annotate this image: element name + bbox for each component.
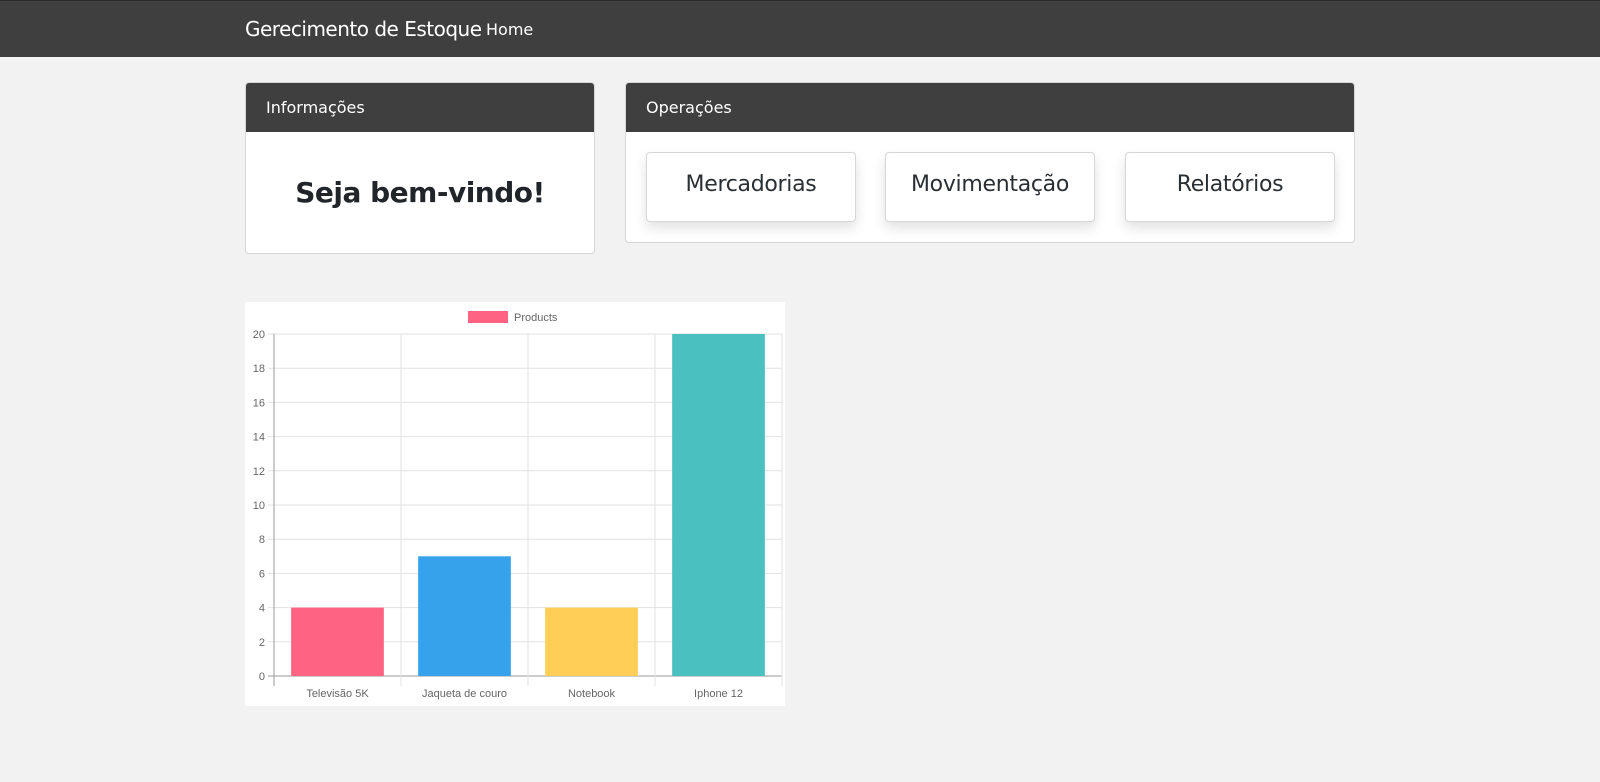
operations-card: Operações Mercadorias Movimentação Relat… <box>625 82 1355 243</box>
bar <box>545 607 638 676</box>
legend-swatch <box>468 311 508 323</box>
y-tick-label: 8 <box>259 534 265 546</box>
y-tick-label: 6 <box>259 568 265 580</box>
info-card-header: Informações <box>246 83 594 132</box>
brand-link[interactable]: Gerecimento de Estoque <box>245 17 482 41</box>
bar <box>418 556 511 676</box>
welcome-message: Seja bem-vindo! <box>295 176 545 209</box>
bar <box>672 334 765 676</box>
bar-chart: 0 2 4 6 8 10 12 14 16 18 20 Televisão 5K Jaqueta de … <box>253 311 783 700</box>
y-tick-label: 18 <box>253 363 265 375</box>
operations-card-header: Operações <box>626 83 1354 132</box>
mercadorias-button[interactable]: Mercadorias <box>646 152 856 222</box>
navbar: Gerecimento de Estoque Home <box>0 0 1600 57</box>
products-chart: 0 2 4 6 8 10 12 14 16 18 20 Televisão 5K Jaqueta de … <box>245 302 785 706</box>
y-tick-label: 12 <box>253 466 265 478</box>
y-tick-label: 0 <box>259 671 265 683</box>
nav-home-link[interactable]: Home <box>486 20 533 39</box>
y-tick-label: 20 <box>253 329 265 341</box>
bar <box>291 607 384 676</box>
movimentacao-button[interactable]: Movimentação <box>885 152 1095 222</box>
y-tick-label: 16 <box>253 397 265 409</box>
y-tick-label: 14 <box>253 432 265 444</box>
x-tick-label: Televisão 5K <box>306 688 369 700</box>
relatorios-button[interactable]: Relatórios <box>1125 152 1335 222</box>
y-tick-label: 4 <box>259 603 265 615</box>
y-tick-label: 2 <box>259 637 265 649</box>
legend-label: Products <box>514 312 558 324</box>
info-card: Informações Seja bem-vindo! <box>245 82 595 254</box>
x-tick-label: Notebook <box>568 688 616 700</box>
y-tick-label: 10 <box>253 500 265 512</box>
x-tick-label: Iphone 12 <box>694 688 743 700</box>
x-tick-label: Jaqueta de couro <box>422 688 507 700</box>
